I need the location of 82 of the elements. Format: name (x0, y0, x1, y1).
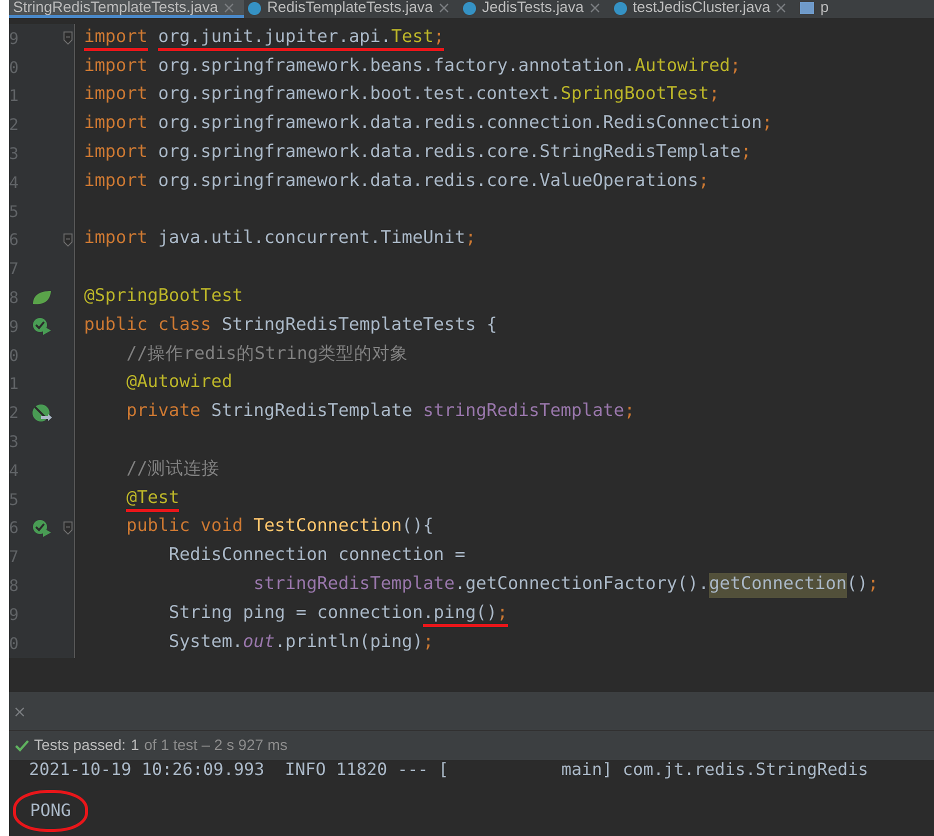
close-icon[interactable] (590, 3, 600, 13)
code-token: @Test (126, 486, 180, 512)
code-token: .ping() (422, 602, 498, 627)
code-token: import (84, 112, 148, 136)
code-token: java.util.concurrent.TimeUnit (158, 227, 466, 250)
fold-icon[interactable] (63, 520, 73, 535)
code-token: StringRedisTemplateTests { (222, 314, 498, 337)
code-token: TestConnection (254, 515, 402, 538)
console-line: 2021-10-19 10:26:09.993 INFO 11820 --- [ main] com.jt.redis.StringRedis (29, 760, 868, 780)
tab-label: StringRedisTemplateTests.java (13, 0, 218, 16)
code-token: import (84, 83, 148, 106)
tab-label: p (820, 0, 829, 16)
run-test-icon[interactable] (32, 518, 52, 537)
code-token: getConnection (708, 573, 847, 598)
code-token: org.springframework.data.redis.connection.RedisConnection (158, 112, 762, 136)
fold-icon[interactable] (63, 31, 73, 46)
fold-icon[interactable] (63, 232, 73, 247)
code-token: ; (624, 400, 635, 424)
code-token: import (84, 141, 148, 164)
bean-navigation-icon[interactable] (32, 404, 52, 422)
maven-icon (800, 2, 814, 14)
code-token: import (84, 170, 148, 193)
code-token: ; (762, 112, 773, 136)
code-token: ; (434, 26, 444, 51)
console-line: PONG (13, 790, 88, 832)
code-token: ; (740, 141, 752, 164)
status-count: 1 (130, 737, 140, 754)
tab-label: JedisTests.java (482, 0, 584, 16)
code-token: ; (868, 573, 878, 596)
code-token: ; (698, 170, 709, 193)
code-token: String ping = connection (168, 602, 423, 625)
close-icon[interactable] (224, 2, 234, 12)
editor-tab[interactable]: JedisTests.java (459, 0, 610, 18)
tab-label: RedisTemplateTests.java (267, 0, 434, 16)
close-icon[interactable] (776, 3, 786, 13)
code-token: import (84, 227, 148, 250)
code-token: (){ (402, 515, 434, 538)
code-token: ; (465, 227, 476, 250)
code-token: public void (126, 515, 243, 538)
code-token: @SpringBootTest (84, 285, 243, 308)
code-token: @Autowired (126, 371, 232, 394)
code-token: public class (84, 314, 212, 337)
code-token: ; (730, 54, 741, 78)
code-token: import (84, 26, 148, 51)
code-token: import (84, 54, 148, 78)
code-token: Autowired (634, 54, 730, 78)
check-icon (15, 740, 29, 752)
code-token: System. (168, 630, 243, 654)
code-token: //测试连接 (126, 458, 220, 481)
code-token: .println(ping) (274, 630, 423, 654)
code-token: org.springframework.boot.test.context. (158, 83, 561, 106)
code-token: stringRedisTemplate (253, 573, 455, 596)
tab-label: testJedisCluster.java (632, 0, 770, 16)
editor-tab[interactable]: StringRedisTemplateTests.java (9, 0, 244, 18)
code-token: org.junit.jupiter.api. (158, 26, 392, 51)
code-token: Test (391, 26, 434, 51)
class-icon (248, 2, 262, 14)
code-token: () (846, 573, 868, 596)
code-token: RedisConnection connection = (168, 544, 466, 568)
leaf-icon[interactable] (32, 290, 52, 306)
editor-tab[interactable]: p (796, 0, 839, 18)
editor-tab[interactable]: RedisTemplateTests.java (244, 0, 460, 18)
status-detail: of 1 test – 2 s 927 ms (144, 737, 288, 754)
code-token: SpringBootTest (560, 83, 709, 106)
class-icon (614, 2, 627, 14)
code-token: //操作redis的String类型的对象 (126, 342, 408, 366)
code-token: org.springframework.data.redis.core.StringRedisTemplate (158, 141, 741, 164)
close-icon[interactable] (439, 3, 450, 13)
class-icon (463, 2, 476, 14)
code-token: StringRedisTemplate (211, 400, 414, 424)
code-token: ; (708, 83, 720, 106)
status-label: Tests passed: (34, 737, 126, 754)
code-token: org.springframework.beans.factory.annotation. (158, 54, 635, 78)
code-token: org.springframework.data.redis.core.ValueOperations (158, 170, 698, 193)
code-token: private (126, 400, 201, 424)
code-token: stringRedisTemplate (422, 400, 624, 424)
run-test-icon[interactable] (32, 317, 52, 336)
code-token: ; (497, 602, 508, 627)
code-token: ; (422, 630, 434, 654)
editor-tab[interactable]: testJedisCluster.java (610, 0, 796, 18)
code-token: .getConnectionFactory(). (454, 573, 709, 596)
code-token: out (242, 630, 275, 654)
